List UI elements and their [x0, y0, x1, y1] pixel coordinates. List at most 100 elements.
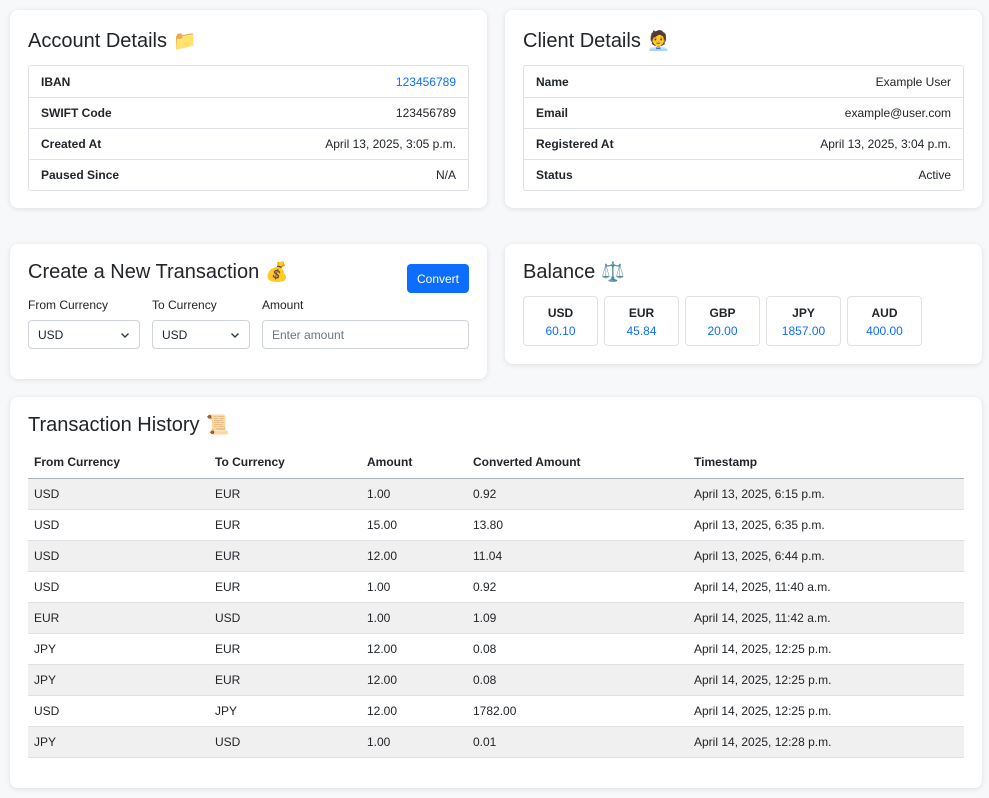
scales-icon: ⚖️ — [601, 261, 625, 283]
column-header: Converted Amount — [467, 447, 688, 479]
convert-button[interactable]: Convert — [407, 264, 469, 293]
converted-amount-cell: 1.09 — [467, 602, 688, 634]
amount-cell: 12.00 — [361, 695, 467, 727]
account-row-paused: Paused Since N/A — [29, 159, 468, 190]
converted-amount-cell: 11.04 — [467, 540, 688, 572]
created-at-value: April 13, 2025, 3:05 p.m. — [325, 137, 456, 151]
table-row: JPY USD 1.00 0.01 April 14, 2025, 12:28 … — [28, 726, 964, 758]
account-row-created: Created At April 13, 2025, 3:05 p.m. — [29, 128, 468, 159]
timestamp-cell: April 13, 2025, 6:15 p.m. — [688, 478, 964, 510]
balance-item-eur: EUR 45.84 — [604, 296, 679, 346]
amount-cell: 12.00 — [361, 664, 467, 696]
timestamp-cell: April 14, 2025, 11:40 a.m. — [688, 571, 964, 603]
balance-item-jpy: JPY 1857.00 — [766, 296, 841, 346]
balance-card: Balance ⚖️ USD 60.10 EUR 45.84 GBP 20.00… — [505, 244, 982, 364]
status-label: Status — [536, 168, 573, 182]
from-currency-value: USD — [38, 327, 64, 342]
timestamp-cell: April 13, 2025, 6:35 p.m. — [688, 509, 964, 541]
status-value: Active — [918, 168, 951, 182]
email-value: example@user.com — [844, 106, 951, 120]
table-row: USD EUR 1.00 0.92 April 14, 2025, 11:40 … — [28, 571, 964, 603]
from-currency-cell: USD — [28, 509, 209, 541]
to-currency-cell: JPY — [209, 695, 361, 727]
from-currency-cell: USD — [28, 540, 209, 572]
table-row: USD EUR 12.00 11.04 April 13, 2025, 6:44… — [28, 540, 964, 572]
converted-amount-cell: 0.01 — [467, 726, 688, 758]
to-currency-cell: EUR — [209, 633, 361, 665]
client-details-title-text: Client Details — [523, 30, 641, 52]
from-currency-select[interactable]: USD — [28, 320, 140, 349]
converted-amount-cell: 0.08 — [467, 664, 688, 696]
table-row: JPY EUR 12.00 0.08 April 14, 2025, 12:25… — [28, 664, 964, 696]
from-currency-cell: USD — [28, 478, 209, 510]
to-currency-select[interactable]: USD — [152, 320, 250, 349]
create-transaction-title-text: Create a New Transaction — [28, 261, 260, 283]
iban-link[interactable]: 123456789 — [396, 75, 456, 89]
table-row: EUR USD 1.00 1.09 April 14, 2025, 11:42 … — [28, 602, 964, 634]
table-header-row: From Currency To Currency Amount Convert… — [28, 447, 964, 479]
to-currency-cell: USD — [209, 726, 361, 758]
to-currency-cell: USD — [209, 602, 361, 634]
to-currency-cell: EUR — [209, 664, 361, 696]
balance-amount: 400.00 — [866, 324, 903, 338]
balance-currency: GBP — [709, 306, 736, 320]
from-currency-cell: USD — [28, 695, 209, 727]
converted-amount-cell: 0.92 — [467, 571, 688, 603]
from-currency-cell: EUR — [28, 602, 209, 634]
converted-amount-cell: 13.80 — [467, 509, 688, 541]
to-currency-cell: EUR — [209, 478, 361, 510]
amount-cell: 1.00 — [361, 726, 467, 758]
balance-amount: 20.00 — [707, 324, 738, 338]
create-transaction-title: Create a New Transaction 💰 — [28, 260, 289, 284]
column-header: From Currency — [28, 447, 209, 479]
transaction-history-table: From Currency To Currency Amount Convert… — [28, 447, 964, 758]
to-currency-cell: EUR — [209, 571, 361, 603]
balance-amount: 1857.00 — [781, 324, 826, 338]
client-row-status: Status Active — [524, 159, 963, 190]
from-currency-label: From Currency — [28, 298, 109, 312]
account-details-title-text: Account Details — [28, 30, 167, 52]
transaction-history-title-text: Transaction History — [28, 414, 200, 436]
account-row-swift: SWIFT Code 123456789 — [29, 97, 468, 128]
timestamp-cell: April 13, 2025, 6:44 p.m. — [688, 540, 964, 572]
client-row-email: Email example@user.com — [524, 97, 963, 128]
client-details-table: Name Example User Email example@user.com… — [523, 65, 964, 191]
email-label: Email — [536, 106, 569, 120]
converted-amount-cell: 1782.00 — [467, 695, 688, 727]
timestamp-cell: April 14, 2025, 12:25 p.m. — [688, 695, 964, 727]
from-currency-cell: JPY — [28, 726, 209, 758]
money-bag-icon: 💰 — [265, 261, 289, 283]
name-label: Name — [536, 74, 569, 89]
amount-input[interactable] — [262, 320, 469, 349]
iban-label: IBAN — [41, 74, 71, 89]
client-row-registered: Registered At April 13, 2025, 3:04 p.m. — [524, 128, 963, 159]
amount-cell: 12.00 — [361, 540, 467, 572]
from-currency-cell: USD — [28, 571, 209, 603]
folder-icon: 📁 — [172, 30, 197, 52]
paused-since-label: Paused Since — [41, 168, 120, 182]
registered-at-value: April 13, 2025, 3:04 p.m. — [820, 137, 951, 151]
created-at-label: Created At — [41, 137, 102, 151]
amount-cell: 15.00 — [361, 509, 467, 541]
table-row: JPY EUR 12.00 0.08 April 14, 2025, 12:25… — [28, 633, 964, 665]
transaction-history-title: Transaction History 📜 — [28, 413, 229, 437]
balance-item-usd: USD 60.10 — [523, 296, 598, 346]
column-header: To Currency — [209, 447, 361, 479]
column-header: Amount — [361, 447, 467, 479]
balance-currency: AUD — [871, 306, 898, 320]
account-row-iban: IBAN 123456789 — [29, 66, 468, 97]
timestamp-cell: April 14, 2025, 12:25 p.m. — [688, 664, 964, 696]
timestamp-cell: April 14, 2025, 12:28 p.m. — [688, 726, 964, 758]
from-currency-cell: JPY — [28, 633, 209, 665]
balance-item-aud: AUD 400.00 — [847, 296, 922, 346]
amount-cell: 1.00 — [361, 602, 467, 634]
from-currency-cell: JPY — [28, 664, 209, 696]
converted-amount-cell: 0.08 — [467, 633, 688, 665]
table-row: USD EUR 1.00 0.92 April 13, 2025, 6:15 p… — [28, 478, 964, 510]
client-row-name: Name Example User — [524, 66, 963, 97]
balance-amount: 45.84 — [626, 324, 657, 338]
amount-label: Amount — [262, 298, 304, 312]
transaction-history-card: Transaction History 📜 From Currency To C… — [10, 397, 982, 788]
timestamp-cell: April 14, 2025, 11:42 a.m. — [688, 602, 964, 634]
person-office-worker-icon: 🧑‍💼 — [646, 30, 671, 52]
